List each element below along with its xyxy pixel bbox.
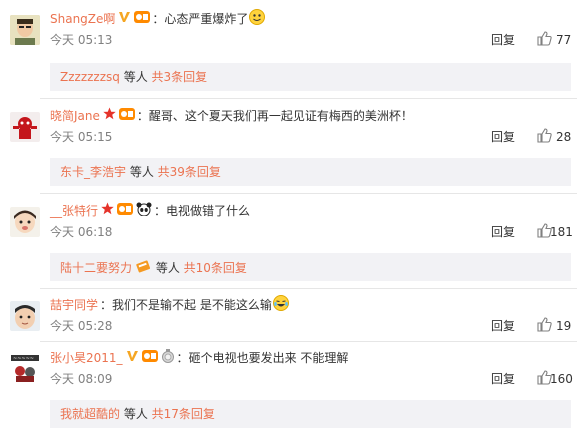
member-level-icon (117, 202, 134, 221)
divider (40, 288, 577, 289)
medal-badge-icon (161, 348, 175, 368)
smile-emoji-icon (249, 8, 266, 30)
laugh-cry-emoji-icon (272, 294, 289, 316)
sub-user-badge-icon (136, 259, 151, 277)
sub-reply-count-link[interactable]: 共10条回复 (184, 260, 247, 276)
verified-v-icon (118, 10, 131, 28)
reply-button[interactable]: 回复 (491, 32, 515, 48)
like-count: 181 (550, 225, 573, 239)
sub-reply-users[interactable]: 陆十二要努力 (60, 260, 132, 276)
divider (40, 341, 577, 342)
red-star-icon (103, 107, 116, 125)
comment-text: 醒哥、这个夏天我们再一起见证有梅西的美洲杯！ (148, 109, 413, 123)
member-level-icon (134, 10, 151, 29)
sub-reply-mid: 等人 (120, 407, 152, 421)
panda-badge-icon (136, 202, 152, 221)
comment-text: 我们不是输不起 是不能这么输 (112, 298, 272, 312)
avatar[interactable] (10, 207, 40, 237)
comment-separator: ： (100, 298, 113, 312)
avatar[interactable] (10, 301, 40, 331)
sub-replies-box[interactable]: 东卡_李浩宇 等人 共39条回复 (50, 158, 571, 186)
timestamp: 今天 06:18 (50, 225, 113, 239)
reply-button[interactable]: 回复 (491, 318, 515, 334)
timestamp: 今天 05:13 (50, 33, 113, 47)
sub-reply-count-link[interactable]: 共17条回复 (152, 407, 215, 421)
avatar[interactable] (10, 112, 40, 142)
username[interactable]: 张小昊2011_ (50, 349, 123, 367)
sub-reply-count-link[interactable]: 共3条回复 (152, 70, 208, 84)
sub-reply-mid: 等人 (119, 70, 152, 84)
thumbs-up-icon[interactable] (537, 128, 552, 146)
avatar[interactable]: ~~~~~ (10, 354, 40, 384)
like-count: 19 (556, 319, 572, 333)
like-count: 28 (556, 130, 572, 144)
comment-text: 电视做错了什么 (166, 204, 251, 218)
comment-separator: ： (136, 109, 149, 123)
username[interactable]: __张特行 (50, 202, 98, 220)
reply-button[interactable]: 回复 (491, 224, 515, 240)
username[interactable]: 晓简Jane (50, 107, 100, 125)
timestamp: 今天 05:28 (50, 319, 113, 333)
sub-replies-box[interactable]: Zzzzzzzsq 等人 共3条回复 (50, 63, 571, 91)
divider (40, 98, 577, 99)
divider (40, 193, 577, 194)
sub-reply-mid: 等人 (126, 165, 158, 179)
red-star-icon (101, 202, 114, 220)
comment-text: 心态严重爆炸了 (164, 12, 249, 26)
comment-separator: ： (154, 204, 167, 218)
sub-reply-count-link[interactable]: 共39条回复 (158, 165, 221, 179)
sub-replies-box[interactable]: 陆十二要努力 等人 共10条回复 (50, 253, 571, 281)
comment-separator: ： (176, 351, 189, 365)
svg-text:~~~~~: ~~~~~ (13, 356, 34, 362)
comment-text: 砸个电视也要发出来 不能理解 (188, 351, 349, 365)
like-count: 77 (556, 33, 572, 47)
avatar[interactable] (10, 15, 40, 45)
username[interactable]: ShangZe啊 (50, 10, 115, 28)
thumbs-up-icon[interactable] (537, 317, 552, 335)
comment-separator: ： (152, 12, 165, 26)
reply-button[interactable]: 回复 (491, 371, 515, 387)
sub-replies-box[interactable]: 我就超酷的 等人 共17条回复 (50, 400, 571, 428)
sub-reply-mid: 等人 (152, 261, 184, 275)
member-level-icon (118, 107, 135, 126)
sub-reply-users[interactable]: 东卡_李浩宇 (60, 165, 126, 179)
member-level-icon (141, 349, 158, 368)
timestamp: 今天 05:15 (50, 130, 113, 144)
username[interactable]: 喆宇同学 (50, 296, 98, 314)
thumbs-up-icon[interactable] (537, 31, 552, 49)
sub-reply-users[interactable]: 我就超酷的 (60, 407, 120, 421)
timestamp: 今天 08:09 (50, 372, 113, 386)
verified-v-icon (126, 349, 139, 367)
like-count: 160 (550, 372, 573, 386)
reply-button[interactable]: 回复 (491, 129, 515, 145)
sub-reply-users[interactable]: Zzzzzzzsq (60, 70, 120, 84)
